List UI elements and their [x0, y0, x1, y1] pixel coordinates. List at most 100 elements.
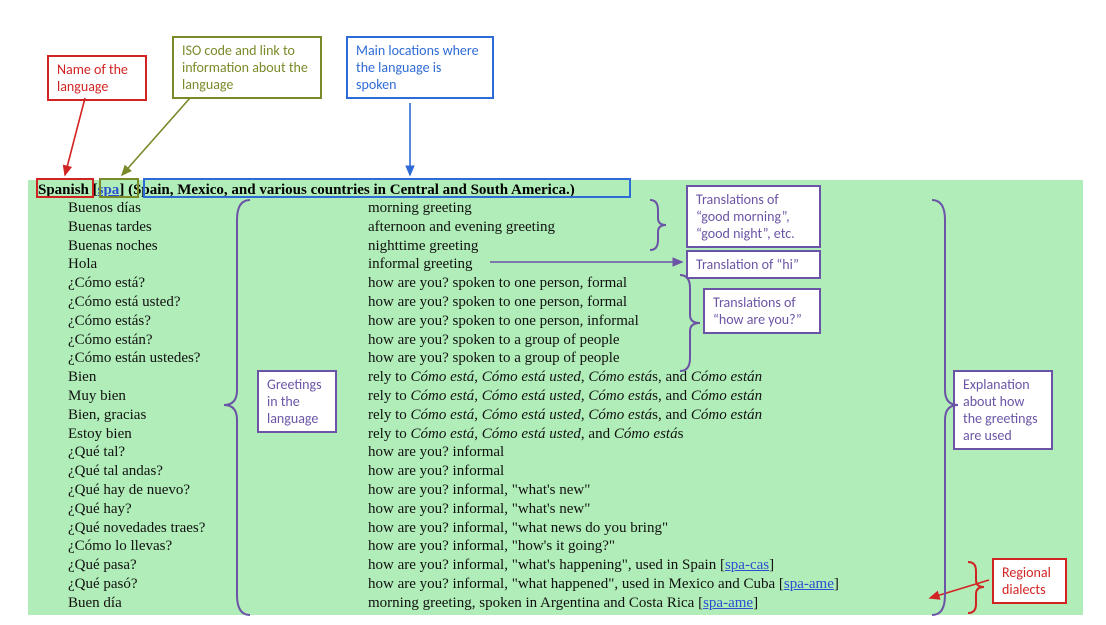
dialect-link[interactable]: spa-ame	[784, 576, 834, 592]
description-cell: afternoon and evening greeting	[368, 218, 555, 237]
hl-language-name	[36, 178, 94, 198]
greeting-cell: Buen día	[68, 594, 368, 613]
greeting-cell: ¿Cómo está usted?	[68, 293, 368, 312]
greeting-row: ¿Cómo lo llevas?how are you? informal, "…	[68, 537, 1073, 556]
description-cell: morning greeting	[368, 199, 472, 218]
italic-phrase: Cómo están	[691, 388, 762, 404]
greeting-row: ¿Cómo estás?how are you? spoken to one p…	[68, 312, 1073, 331]
greeting-row: ¿Qué tal?how are you? informal	[68, 443, 1073, 462]
italic-phrase: Cómo está usted	[482, 388, 581, 404]
greeting-row: ¿Qué tal andas?how are you? informal	[68, 462, 1073, 481]
description-cell: nighttime greeting	[368, 237, 478, 256]
greeting-row: ¿Cómo está?how are you? spoken to one pe…	[68, 274, 1073, 293]
greeting-cell: ¿Qué pasó?	[68, 575, 368, 594]
callout-greetings: Greetings in the language	[257, 370, 337, 433]
dialect-link[interactable]: spa-ame	[703, 595, 753, 611]
greeting-row: Bienrely to Cómo está, Cómo está usted, …	[68, 368, 1073, 387]
description-cell: rely to Cómo está, Cómo está usted, Cómo…	[368, 406, 762, 425]
italic-phrase: Cómo está	[588, 388, 652, 404]
greeting-cell: ¿Cómo estás?	[68, 312, 368, 331]
greeting-cell: ¿Qué tal andas?	[68, 462, 368, 481]
dialect-link[interactable]: spa-cas	[725, 557, 769, 573]
description-cell: how are you? informal, "what's new"	[368, 500, 590, 519]
callout-text: Greetings in the language	[267, 376, 322, 427]
greeting-row: Buenos díasmorning greeting	[68, 199, 1073, 218]
description-cell: rely to Cómo está, Cómo está usted, Cómo…	[368, 368, 762, 387]
callout-hi: Translation of “hi”	[686, 250, 821, 279]
greeting-row: ¿Qué hay de nuevo?how are you? informal,…	[68, 481, 1073, 500]
greeting-row: Muy bienrely to Cómo está, Cómo está ust…	[68, 387, 1073, 406]
greeting-row: Holainformal greeting	[68, 255, 1073, 274]
callout-text: Translation of “hi”	[696, 256, 799, 273]
language-entry-panel: Spanish [spa] (Spain, Mexico, and variou…	[28, 180, 1083, 615]
hl-iso-code	[99, 178, 139, 198]
italic-phrase: Cómo está usted	[482, 369, 581, 385]
greeting-row: Estoy bienrely to Cómo está, Cómo está u…	[68, 425, 1073, 444]
greeting-cell: ¿Qué hay?	[68, 500, 368, 519]
greeting-row: ¿Qué hay?how are you? informal, "what's …	[68, 500, 1073, 519]
italic-phrase: Cómo están	[691, 407, 762, 423]
callout-dialects: Regional dialects	[992, 558, 1067, 604]
italic-phrase: Cómo está	[588, 407, 652, 423]
description-cell: how are you? informal, "what's new"	[368, 481, 590, 500]
greeting-cell: ¿Cómo están?	[68, 331, 368, 350]
description-cell: how are you? informal, "what news do you…	[368, 519, 668, 538]
description-cell: how are you? informal, "what's happening…	[368, 556, 774, 575]
description-cell: how are you? informal, "how's it going?"	[368, 537, 615, 556]
callout-explanation: Explanation about how the greetings are …	[953, 370, 1053, 450]
greeting-row: Buenas nochesnighttime greeting	[68, 237, 1073, 256]
greeting-row: ¿Qué novedades traes?how are you? inform…	[68, 519, 1073, 538]
italic-phrase: Cómo está usted	[482, 426, 581, 442]
greeting-cell: Buenas tardes	[68, 218, 368, 237]
greeting-cell: ¿Qué pasa?	[68, 556, 368, 575]
italic-phrase: Cómo está	[614, 426, 678, 442]
callout-text: Main locations where the language is spo…	[356, 42, 479, 93]
description-cell: informal greeting	[368, 255, 473, 274]
greeting-cell: ¿Qué novedades traes?	[68, 519, 368, 538]
hl-locations	[143, 178, 631, 198]
callout-good-morning: Translations of “good morning”, “good ni…	[686, 185, 821, 248]
greeting-cell: ¿Cómo lo llevas?	[68, 537, 368, 556]
greeting-row: ¿Qué pasó?how are you? informal, "what h…	[68, 575, 1073, 594]
italic-phrase: Cómo está usted	[482, 407, 581, 423]
callout-text: ISO code and link to information about t…	[182, 42, 308, 93]
greeting-row: ¿Cómo están ustedes?how are you? spoken …	[68, 349, 1073, 368]
callout-text: Translations of “how are you?”	[713, 294, 802, 328]
greeting-cell: ¿Cómo está?	[68, 274, 368, 293]
italic-phrase: Cómo está	[411, 369, 475, 385]
description-cell: how are you? informal	[368, 443, 504, 462]
italic-phrase: Cómo está	[411, 426, 475, 442]
callout-text: Name of the language	[57, 61, 128, 95]
description-cell: how are you? spoken to one person, forma…	[368, 293, 627, 312]
callout-iso-code: ISO code and link to information about t…	[172, 36, 322, 99]
description-cell: how are you? informal, "what happened", …	[368, 575, 839, 594]
italic-phrase: Cómo está	[588, 369, 652, 385]
callout-text: Translations of “good morning”, “good ni…	[696, 191, 795, 242]
description-cell: how are you? spoken to a group of people	[368, 331, 620, 350]
greeting-row: ¿Qué pasa?how are you? informal, "what's…	[68, 556, 1073, 575]
greeting-rows: Buenos díasmorning greetingBuenas tardes…	[28, 199, 1083, 613]
greeting-cell: ¿Cómo están ustedes?	[68, 349, 368, 368]
description-cell: rely to Cómo está, Cómo está usted, Cómo…	[368, 387, 762, 406]
italic-phrase: Cómo está	[411, 388, 475, 404]
greeting-row: Buenas tardesafternoon and evening greet…	[68, 218, 1073, 237]
greeting-cell: Buenos días	[68, 199, 368, 218]
italic-phrase: Cómo están	[691, 369, 762, 385]
greeting-cell: Buenas noches	[68, 237, 368, 256]
callout-how-are-you: Translations of “how are you?”	[703, 288, 821, 334]
greeting-cell: Hola	[68, 255, 368, 274]
greeting-row: Bien, graciasrely to Cómo está, Cómo est…	[68, 406, 1073, 425]
description-cell: how are you? spoken to one person, infor…	[368, 312, 639, 331]
callout-text: Regional dialects	[1002, 564, 1051, 598]
italic-phrase: Cómo está	[411, 407, 475, 423]
greeting-cell: ¿Qué hay de nuevo?	[68, 481, 368, 500]
greeting-row: ¿Cómo están?how are you? spoken to a gro…	[68, 331, 1073, 350]
description-cell: how are you? informal	[368, 462, 504, 481]
description-cell: rely to Cómo está, Cómo está usted, and …	[368, 425, 683, 444]
greeting-row: ¿Cómo está usted?how are you? spoken to …	[68, 293, 1073, 312]
greeting-cell: ¿Qué tal?	[68, 443, 368, 462]
description-cell: how are you? spoken to a group of people	[368, 349, 620, 368]
description-cell: morning greeting, spoken in Argentina an…	[368, 594, 758, 613]
callout-text: Explanation about how the greetings are …	[963, 376, 1038, 444]
description-cell: how are you? spoken to one person, forma…	[368, 274, 627, 293]
